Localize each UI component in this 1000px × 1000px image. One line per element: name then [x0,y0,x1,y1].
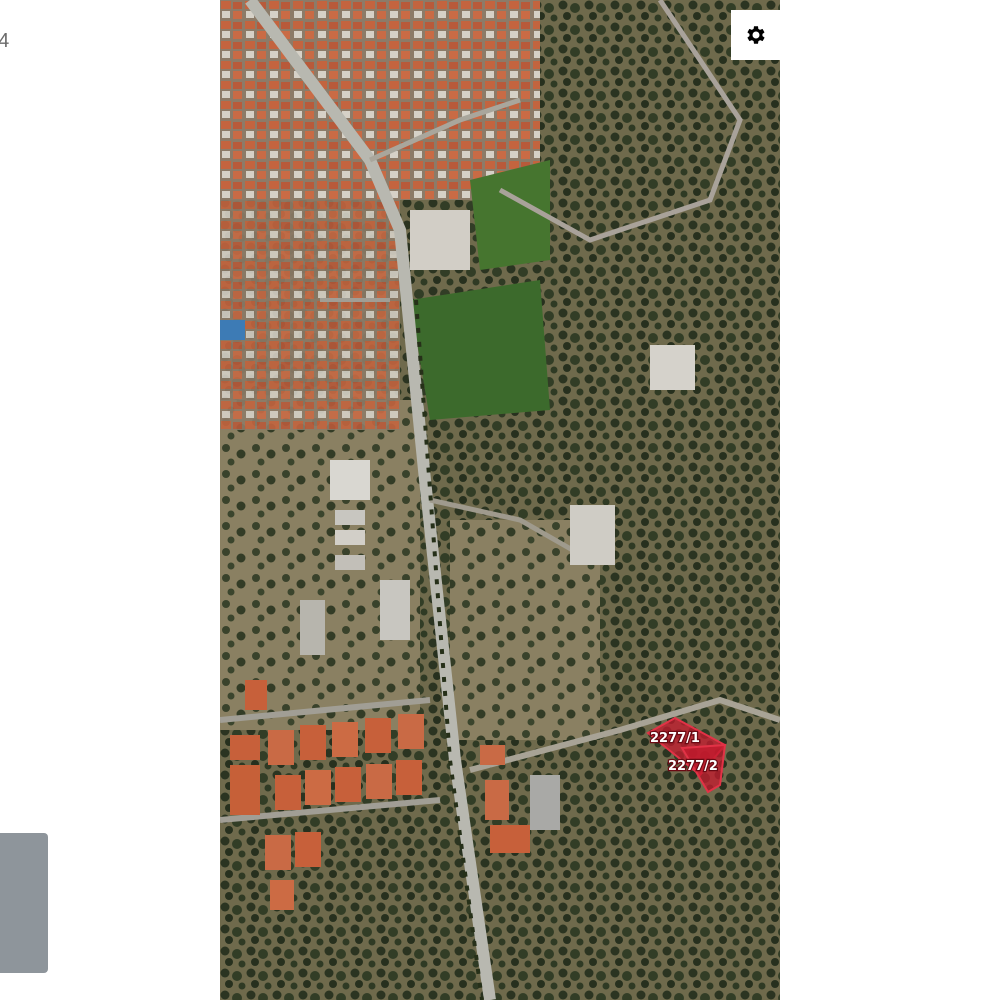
left-panel: 74 t [0,0,220,1000]
town-west [220,200,400,430]
satellite-map[interactable]: 2277/1 2277/2 [220,0,780,1000]
gear-icon [747,26,765,44]
satellite-map-canvas[interactable]: 2277/1 2277/2 [220,0,780,1000]
parcel-label: 2277/1 [650,731,700,746]
coordinate-readout: 74 [0,30,11,52]
parcel-label: 2277/2 [668,759,718,774]
side-panel-button[interactable]: t [0,833,48,973]
swimming-pool [220,320,245,340]
green-field [410,280,550,420]
settings-button[interactable] [731,10,781,60]
right-panel [780,0,1000,1000]
